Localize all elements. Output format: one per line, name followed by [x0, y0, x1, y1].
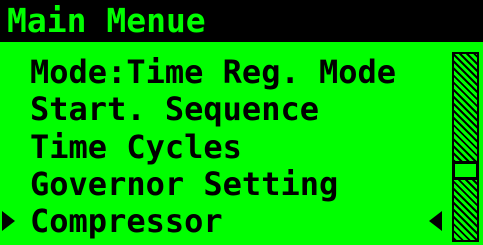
menu-item-label: Time Cycles: [30, 128, 242, 166]
left-arrow-icon: [429, 211, 442, 231]
menu-item-time-cycles[interactable]: Time Cycles: [0, 128, 455, 166]
menu-item-label: Mode:Time Reg. Mode: [30, 53, 397, 91]
menu-item-governor-setting[interactable]: Governor Setting: [0, 165, 455, 203]
menu-item-mode[interactable]: Mode:Time Reg. Mode: [0, 53, 455, 91]
menu-item-label: Compressor: [30, 202, 223, 240]
scrollbar[interactable]: [452, 52, 479, 242]
menu-item-label: Governor Setting: [30, 165, 339, 203]
menu-item-start-sequence[interactable]: Start. Sequence: [0, 90, 455, 128]
scroll-thumb[interactable]: [452, 161, 479, 180]
menu-title: Main Menue: [7, 1, 206, 40]
lcd-screen: Main Menue Mode:Time Reg. Mode Start. Se…: [0, 0, 483, 245]
title-bar: Main Menue: [0, 0, 483, 42]
selection-pointer-icon: [2, 211, 15, 231]
menu-item-compressor[interactable]: Compressor: [0, 202, 455, 240]
menu-item-label: Start. Sequence: [30, 90, 319, 128]
